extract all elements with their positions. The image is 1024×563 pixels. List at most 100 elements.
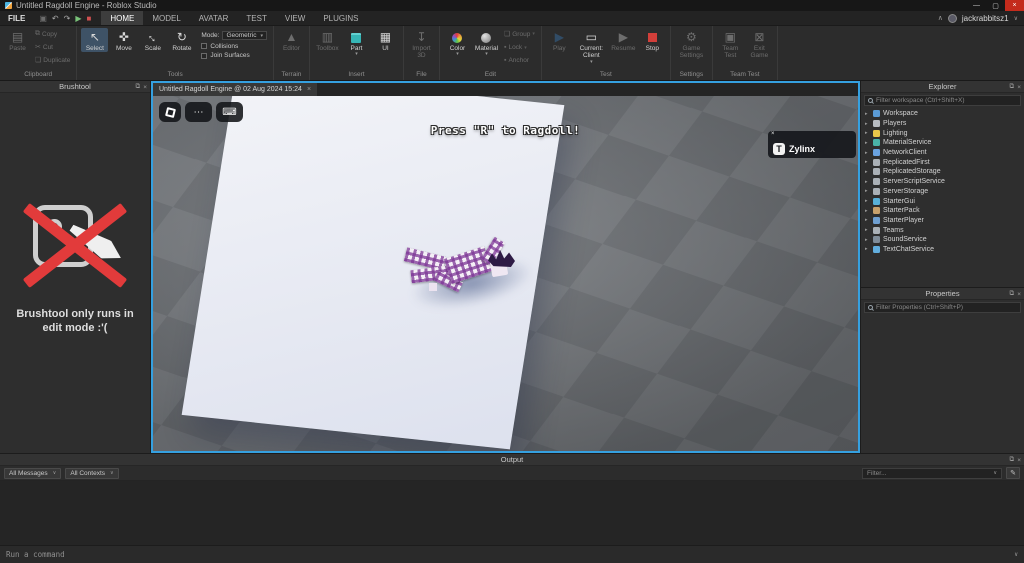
chevron-right-icon[interactable]: ▸ bbox=[865, 140, 870, 146]
more-button[interactable]: ⋯ bbox=[185, 102, 212, 122]
terrain-editor-button[interactable]: ▲ Editor bbox=[278, 28, 305, 52]
stop-icon[interactable]: ■ bbox=[86, 14, 91, 23]
redo-icon[interactable]: ↷ bbox=[64, 14, 71, 23]
explorer-item-serverstorage[interactable]: ▸ ServerStorage bbox=[861, 187, 1024, 197]
explorer-item-lighting[interactable]: ▸ Lighting bbox=[861, 128, 1024, 138]
minimize-button[interactable]: — bbox=[967, 0, 986, 11]
collapse-ribbon-icon[interactable]: ∧ bbox=[938, 14, 943, 22]
resume-button[interactable]: ▶ Resume bbox=[610, 28, 637, 52]
file-menu[interactable]: FILE bbox=[0, 11, 33, 25]
ui-button[interactable]: ▦ UI bbox=[372, 28, 399, 52]
current-client-dropdown[interactable]: ▭ Current: Client ▾ bbox=[575, 28, 608, 66]
group-button[interactable]: ❏ Group ▾ bbox=[502, 30, 537, 39]
duplicate-button[interactable]: ❏ Duplicate bbox=[33, 56, 72, 65]
explorer-item-players[interactable]: ▸ Players bbox=[861, 119, 1024, 129]
roblox-menu-button[interactable] bbox=[159, 102, 181, 122]
explorer-item-teams[interactable]: ▸ Teams bbox=[861, 225, 1024, 235]
close-icon[interactable]: × bbox=[143, 84, 147, 91]
output-filter-input[interactable]: Filter... ∨ bbox=[862, 467, 1002, 479]
chevron-right-icon[interactable]: ▸ bbox=[865, 130, 870, 136]
collisions-checkbox[interactable] bbox=[201, 43, 208, 49]
cut-button[interactable]: ✂ Cut bbox=[33, 43, 72, 52]
chevron-right-icon[interactable]: ▸ bbox=[865, 179, 870, 185]
maximize-button[interactable]: ▢ bbox=[986, 0, 1005, 11]
output-options-button[interactable]: ✎ bbox=[1006, 467, 1020, 479]
chevron-right-icon[interactable]: ▸ bbox=[865, 217, 870, 223]
anchor-button[interactable]: ▪ Anchor bbox=[502, 57, 537, 64]
explorer-item-materialservice[interactable]: ▸ MaterialService bbox=[861, 138, 1024, 148]
chevron-right-icon[interactable]: ▸ bbox=[865, 227, 870, 233]
play-icon[interactable]: ▶ bbox=[75, 14, 81, 23]
close-button[interactable]: × bbox=[1005, 0, 1024, 11]
command-bar[interactable]: Run a command ∨ bbox=[0, 545, 1024, 563]
tab-view[interactable]: VIEW bbox=[276, 11, 314, 25]
play-button[interactable]: ▶ Play bbox=[546, 28, 573, 52]
explorer-item-starterpack[interactable]: ▸ StarterPack bbox=[861, 206, 1024, 216]
close-icon[interactable]: × bbox=[1017, 457, 1021, 464]
chevron-right-icon[interactable]: ▸ bbox=[865, 111, 870, 117]
explorer-item-networkclient[interactable]: ▸ NetworkClient bbox=[861, 148, 1024, 158]
tab-avatar[interactable]: AVATAR bbox=[190, 11, 238, 25]
select-tool-button[interactable]: ↖ Select bbox=[81, 28, 109, 53]
chevron-down-icon[interactable]: ∨ bbox=[1014, 551, 1018, 558]
close-icon[interactable]: × bbox=[771, 131, 775, 137]
avatar[interactable] bbox=[947, 13, 957, 23]
player-nameplate[interactable]: × T Zylinx bbox=[768, 131, 856, 158]
chevron-right-icon[interactable]: ▸ bbox=[865, 150, 870, 156]
mode-dropdown[interactable]: Geometric ▾ bbox=[222, 31, 267, 40]
game-settings-button[interactable]: ⚙ Game Settings bbox=[675, 28, 708, 60]
save-icon[interactable]: ▣ bbox=[39, 14, 47, 23]
material-button[interactable]: Material ▾ bbox=[473, 28, 500, 58]
scale-tool-button[interactable]: ↔ Scale bbox=[139, 28, 166, 52]
team-test-button[interactable]: ▣ Team Test bbox=[717, 28, 744, 60]
rotate-tool-button[interactable]: ↻ Rotate bbox=[168, 28, 195, 52]
tab-plugins[interactable]: PLUGINS bbox=[314, 11, 367, 25]
messages-filter-dropdown[interactable]: All Messages ∨ bbox=[4, 467, 62, 479]
chevron-right-icon[interactable]: ▸ bbox=[865, 188, 870, 194]
output-log-area[interactable] bbox=[0, 481, 1024, 545]
explorer-item-starterplayer[interactable]: ▸ StarterPlayer bbox=[861, 216, 1024, 226]
chevron-right-icon[interactable]: ▸ bbox=[865, 246, 870, 252]
part-button[interactable]: Part ▾ bbox=[343, 28, 370, 58]
lock-button[interactable]: ▪ Lock ▾ bbox=[502, 44, 537, 51]
dock-icon[interactable]: ⧉ bbox=[1010, 83, 1015, 91]
copy-button[interactable]: ⧉ Copy bbox=[33, 30, 72, 38]
explorer-item-replicatedfirst[interactable]: ▸ ReplicatedFirst bbox=[861, 157, 1024, 167]
chevron-right-icon[interactable]: ▸ bbox=[865, 169, 870, 175]
properties-filter-input[interactable]: Filter Properties (Ctrl+Shift+P) bbox=[864, 302, 1021, 313]
explorer-item-textchatservice[interactable]: ▸ TextChatService bbox=[861, 245, 1024, 255]
chevron-right-icon[interactable]: ▸ bbox=[865, 208, 870, 214]
paste-button[interactable]: ▤ Paste bbox=[4, 28, 31, 52]
dock-icon[interactable]: ⧉ bbox=[1010, 456, 1015, 464]
tab-model[interactable]: MODEL bbox=[143, 11, 189, 25]
tab-test[interactable]: TEST bbox=[237, 11, 275, 25]
stop-button[interactable]: Stop bbox=[639, 28, 666, 52]
chevron-right-icon[interactable]: ▸ bbox=[865, 159, 870, 165]
dock-icon[interactable]: ⧉ bbox=[1010, 290, 1015, 298]
contexts-filter-dropdown[interactable]: All Contexts ∨ bbox=[65, 467, 119, 479]
move-tool-button[interactable]: ✜ Move bbox=[110, 28, 137, 52]
chevron-right-icon[interactable]: ▸ bbox=[865, 121, 870, 127]
chevron-right-icon[interactable]: ▸ bbox=[865, 237, 870, 243]
viewport-tab[interactable]: Untitled Ragdoll Engine @ 02 Aug 2024 15… bbox=[153, 83, 318, 96]
close-icon[interactable]: × bbox=[1017, 84, 1021, 91]
explorer-item-workspace[interactable]: ▸ Workspace bbox=[861, 109, 1024, 119]
exit-game-button[interactable]: ⊠ Exit Game bbox=[746, 28, 773, 60]
toolbox-button[interactable]: ▥ Toolbox bbox=[314, 28, 341, 52]
emotes-button[interactable]: ⌨ bbox=[216, 102, 243, 122]
close-tab-icon[interactable]: × bbox=[307, 86, 311, 93]
explorer-item-replicatedstorage[interactable]: ▸ ReplicatedStorage bbox=[861, 167, 1024, 177]
explorer-filter-input[interactable]: Filter workspace (Ctrl+Shift+X) bbox=[864, 95, 1021, 106]
chevron-right-icon[interactable]: ▸ bbox=[865, 198, 870, 204]
explorer-item-soundservice[interactable]: ▸ SoundService bbox=[861, 235, 1024, 245]
color-button[interactable]: Color ▾ bbox=[444, 28, 471, 58]
tab-home[interactable]: HOME bbox=[101, 11, 144, 25]
3d-viewport[interactable]: Press "R" to Ragdoll! ⋯ ⌨ × T Zylinx bbox=[153, 96, 858, 451]
close-icon[interactable]: × bbox=[1017, 291, 1021, 298]
undo-icon[interactable]: ↶ bbox=[52, 14, 59, 23]
username[interactable]: jackrabbitsz1 bbox=[962, 14, 1009, 23]
dock-icon[interactable]: ⧉ bbox=[136, 83, 141, 91]
join-surfaces-checkbox[interactable] bbox=[201, 52, 208, 59]
explorer-item-startergui[interactable]: ▸ StarterGui bbox=[861, 196, 1024, 206]
explorer-item-serverscriptservice[interactable]: ▸ ServerScriptService bbox=[861, 177, 1024, 187]
